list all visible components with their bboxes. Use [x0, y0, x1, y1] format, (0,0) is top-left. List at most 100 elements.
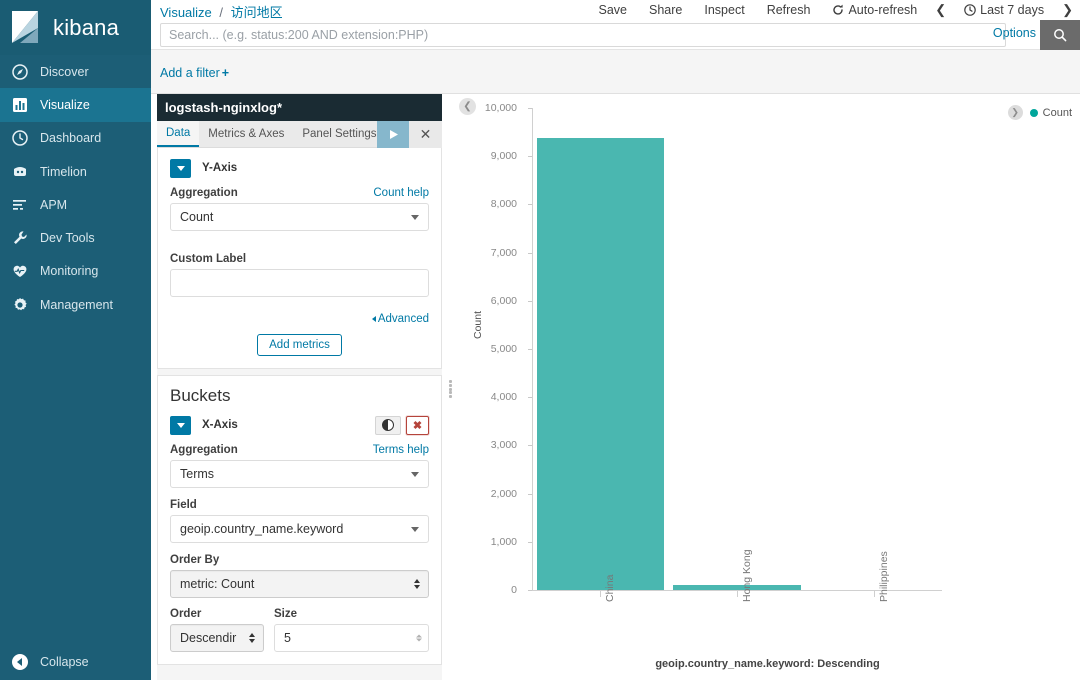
- panel-resize-handle[interactable]: [447, 380, 455, 398]
- search-input-wrapper: [160, 23, 1006, 47]
- breadcrumb-current[interactable]: 访问地区: [231, 5, 283, 20]
- search-icon: [1053, 28, 1067, 42]
- order-select[interactable]: Descendir: [170, 624, 264, 652]
- metric-aggregation-value: Count: [180, 210, 213, 224]
- time-picker-button[interactable]: Last 7 days: [953, 3, 1055, 17]
- y-axis-tick-label: 9,000: [455, 150, 517, 162]
- share-button[interactable]: Share: [638, 3, 693, 17]
- y-axis-tick-label: 6,000: [455, 295, 517, 307]
- y-axis-title: Count: [472, 311, 484, 339]
- chevron-down-icon: [411, 527, 419, 532]
- visualization-chart: ❮ ❯ Count Count 01,0002,0003,0004,0005,0…: [455, 94, 1080, 680]
- advanced-label: Advanced: [378, 313, 429, 325]
- y-axis-tick-label: 4,000: [455, 391, 517, 403]
- metric-aggregation-select[interactable]: Count: [170, 203, 429, 231]
- sidebar-collapse-label: Collapse: [40, 655, 89, 669]
- tab-panel-settings[interactable]: Panel Settings: [293, 121, 385, 147]
- count-help-link[interactable]: Count help: [373, 187, 429, 199]
- updown-icon: [414, 579, 420, 589]
- chevron-down-icon: [177, 166, 185, 171]
- spinner-icon[interactable]: [416, 635, 422, 642]
- order-label: Order: [170, 608, 201, 620]
- discard-changes-button[interactable]: ✕: [409, 121, 442, 148]
- bucket-aggregation-select[interactable]: Terms: [170, 460, 429, 488]
- sidebar-item-management[interactable]: Management: [0, 288, 151, 321]
- sidebar-collapse-button[interactable]: Collapse: [0, 644, 151, 680]
- bucket-aggregation-label: Aggregation: [170, 444, 238, 456]
- field-label: Field: [170, 499, 197, 511]
- custom-label-input[interactable]: [170, 269, 429, 297]
- y-axis-label: Y-Axis: [202, 162, 237, 174]
- buckets-card: Buckets X-Axis ✖ Aggregation: [157, 375, 442, 665]
- x-axis-tick-mark: [737, 591, 738, 597]
- order-by-select[interactable]: metric: Count: [170, 570, 429, 598]
- add-filter-button[interactable]: Add a filter+: [160, 66, 229, 80]
- y-axis-line: [532, 108, 533, 590]
- kibana-app: kibana Discover Visualize Dashboard Time: [0, 0, 1080, 680]
- chevron-down-icon: [411, 215, 419, 220]
- sidebar-item-label: Monitoring: [40, 264, 98, 278]
- refresh-button[interactable]: Refresh: [756, 3, 822, 17]
- save-button[interactable]: Save: [588, 3, 639, 17]
- top-actions: Save Share Inspect Refresh Auto-refresh …: [588, 0, 1080, 20]
- x-axis-tick-label: Philippines: [878, 551, 890, 602]
- chart-bar[interactable]: [673, 585, 800, 590]
- add-metrics-button[interactable]: Add metrics: [257, 334, 342, 356]
- aggregation-label: Aggregation: [170, 187, 238, 199]
- advanced-toggle-link[interactable]: Advanced: [372, 313, 429, 325]
- kibana-logo[interactable]: kibana: [0, 0, 151, 55]
- time-prev-button[interactable]: ❮: [928, 2, 953, 18]
- order-by-value: metric: Count: [180, 577, 254, 591]
- search-submit-button[interactable]: [1040, 20, 1080, 50]
- breadcrumb-root[interactable]: Visualize: [160, 5, 212, 20]
- sidebar-item-dashboard[interactable]: Dashboard: [0, 122, 151, 155]
- tab-metrics-and-axes[interactable]: Metrics & Axes: [199, 121, 293, 147]
- x-axis-tick-label: China: [604, 575, 616, 602]
- x-axis-visibility-toggle[interactable]: [375, 416, 401, 435]
- apm-icon: [0, 197, 40, 213]
- y-axis-agg-header: Y-Axis: [170, 158, 429, 178]
- sidebar: kibana Discover Visualize Dashboard Time: [0, 0, 151, 680]
- time-range-label: Last 7 days: [980, 3, 1044, 17]
- apply-changes-button[interactable]: [377, 121, 409, 148]
- x-axis-remove-button[interactable]: ✖: [406, 416, 429, 435]
- time-next-button[interactable]: ❯: [1055, 2, 1080, 18]
- sidebar-item-monitoring[interactable]: Monitoring: [0, 255, 151, 288]
- tab-data[interactable]: Data: [157, 121, 199, 147]
- kibana-logo-icon: [8, 9, 46, 47]
- custom-label-label: Custom Label: [170, 253, 246, 265]
- sidebar-item-apm[interactable]: APM: [0, 188, 151, 221]
- y-axis-tick-label: 8,000: [455, 198, 517, 210]
- inspect-button[interactable]: Inspect: [693, 3, 755, 17]
- field-select[interactable]: geoip.country_name.keyword: [170, 515, 429, 543]
- bar-chart-icon: [0, 97, 40, 113]
- play-icon: [387, 128, 400, 141]
- x-axis-tick-mark: [600, 591, 601, 597]
- sidebar-item-dev-tools[interactable]: Dev Tools: [0, 221, 151, 254]
- chevron-left-icon: [372, 316, 376, 322]
- filter-bar: Add a filter+: [151, 50, 1080, 94]
- sidebar-item-visualize[interactable]: Visualize: [0, 88, 151, 121]
- x-axis-collapse-toggle[interactable]: [170, 416, 191, 435]
- auto-refresh-button[interactable]: Auto-refresh: [821, 3, 928, 17]
- terms-help-link[interactable]: Terms help: [373, 444, 429, 456]
- search-input[interactable]: [161, 24, 1005, 46]
- sidebar-item-label: Dev Tools: [40, 231, 95, 245]
- breadcrumb-separator: /: [219, 5, 223, 20]
- y-axis-collapse-toggle[interactable]: [170, 159, 191, 178]
- sidebar-item-timelion[interactable]: Timelion: [0, 155, 151, 188]
- sidebar-item-label: Discover: [40, 65, 89, 79]
- x-axis-title: geoip.country_name.keyword: Descending: [455, 658, 1080, 670]
- plus-icon: +: [222, 66, 229, 80]
- chart-bar[interactable]: [537, 138, 664, 590]
- y-axis-tick-label: 5,000: [455, 343, 517, 355]
- size-input[interactable]: [274, 624, 429, 652]
- query-options-link[interactable]: Options: [993, 26, 1036, 40]
- sidebar-item-label: Dashboard: [40, 131, 101, 145]
- y-axis-tick-label: 2,000: [455, 488, 517, 500]
- sidebar-item-discover[interactable]: Discover: [0, 55, 151, 88]
- editor-tab-actions: ✕: [377, 121, 442, 148]
- remove-bucket-icon: ✖: [413, 419, 422, 432]
- y-axis-tick-label: 0: [455, 584, 517, 596]
- compass-icon: [0, 64, 40, 80]
